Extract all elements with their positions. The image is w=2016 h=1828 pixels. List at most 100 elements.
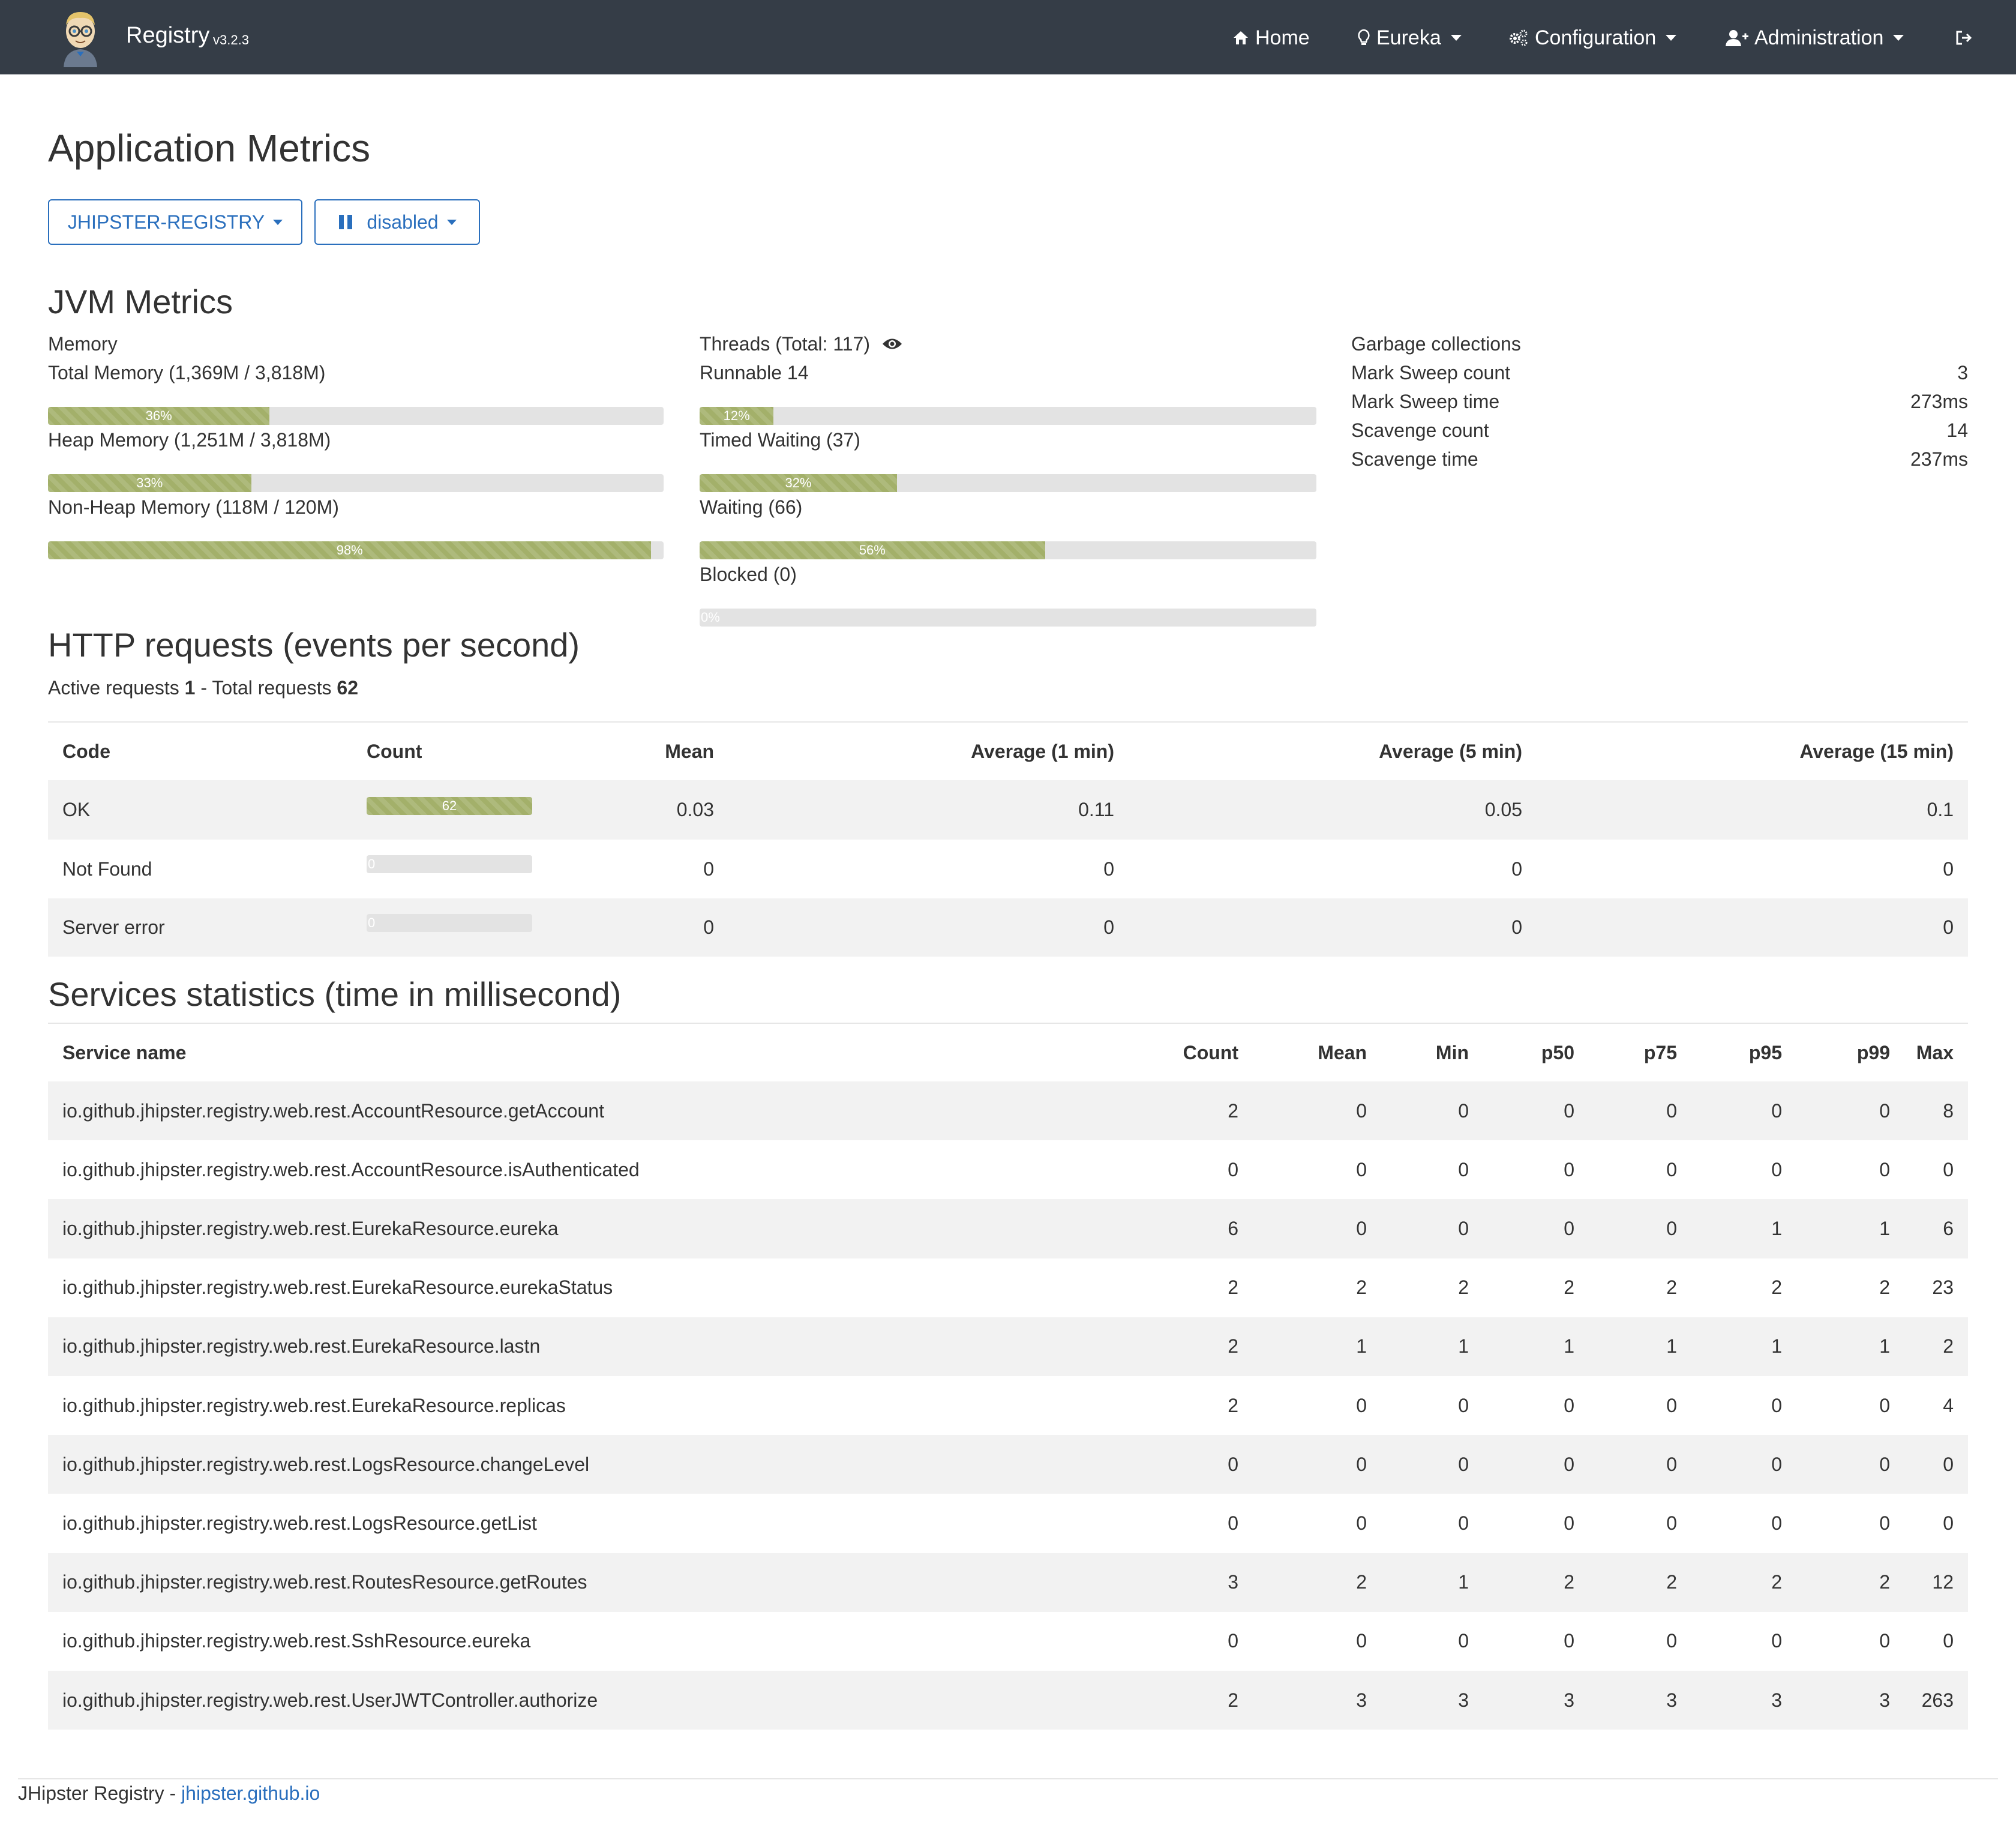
sign-out-icon <box>1956 31 1972 45</box>
gc-row: Mark Sweep time 273ms <box>1351 391 1968 417</box>
brand-version: v3.2.3 <box>213 32 249 47</box>
column-header: Average (5 min) <box>1379 740 1522 762</box>
table-row: io.github.jhipster.registry.web.rest.Eur… <box>48 1199 1968 1258</box>
column-header: Average (1 min) <box>971 740 1114 762</box>
p99-cell: 0 <box>1879 1158 1890 1180</box>
p50-cell: 0 <box>1564 1453 1574 1475</box>
threads-heading: Threads (Total: 117) <box>700 333 870 355</box>
p50-cell: 2 <box>1564 1571 1574 1593</box>
total-memory-bar-fill: 36% <box>48 407 270 425</box>
application-select-button[interactable]: JHIPSTER-REGISTRY <box>48 199 302 245</box>
non-heap-memory-bar: 98% <box>48 541 664 559</box>
service-name-cell: io.github.jhipster.registry.web.rest.Eur… <box>62 1217 559 1239</box>
gc-row-value: 237ms <box>1910 448 1968 470</box>
mean-cell: 0 <box>703 916 714 938</box>
column-header: Mean <box>1318 1041 1367 1063</box>
service-name-cell: io.github.jhipster.registry.web.rest.Log… <box>62 1453 590 1475</box>
nav-configuration[interactable]: Configuration <box>1508 23 1677 53</box>
mean-cell: 1 <box>1356 1335 1367 1357</box>
column-header: p99 <box>1856 1041 1890 1063</box>
nav-administration[interactable]: Administration <box>1726 23 1904 53</box>
table-row: OK 62 0.03 0.11 0.05 0.1 <box>48 780 1968 840</box>
nav-home[interactable]: Home <box>1232 23 1310 53</box>
p99-cell: 1 <box>1879 1217 1890 1239</box>
services-statistics-title: Services statistics (time in millisecond… <box>48 975 622 1013</box>
p95-cell: 0 <box>1771 1394 1782 1416</box>
user-plus-icon <box>1726 30 1748 46</box>
eye-icon[interactable] <box>882 337 902 350</box>
min-cell: 2 <box>1458 1276 1469 1299</box>
refresh-select-button[interactable]: disabled <box>314 199 480 245</box>
avg-5min-cell: 0.05 <box>1484 799 1522 820</box>
service-name-cell: io.github.jhipster.registry.web.rest.Log… <box>62 1512 537 1534</box>
p95-cell: 0 <box>1771 1630 1782 1652</box>
max-cell: 6 <box>1943 1217 1954 1239</box>
max-cell: 0 <box>1943 1630 1954 1652</box>
min-cell: 1 <box>1458 1571 1469 1593</box>
total-requests-label: Total requests <box>212 677 332 699</box>
mean-cell: 0 <box>1356 1394 1367 1416</box>
active-requests-value: 1 <box>184 677 196 699</box>
timed-waiting-threads-label: Timed Waiting (37) <box>700 429 860 451</box>
avg-15min-cell: 0.1 <box>1927 799 1954 820</box>
p50-cell: 1 <box>1564 1335 1574 1357</box>
p50-cell: 0 <box>1564 1512 1574 1534</box>
mean-cell: 2 <box>1356 1276 1367 1299</box>
column-header: p50 <box>1541 1041 1574 1063</box>
p99-cell: 2 <box>1879 1276 1890 1299</box>
table-row: io.github.jhipster.registry.web.rest.Eur… <box>48 1258 1968 1317</box>
blocked-threads-bar-value: 0% <box>701 610 720 625</box>
jhipster-logo-icon[interactable] <box>55 7 106 67</box>
column-header: Average (15 min) <box>1799 740 1954 762</box>
p95-cell: 1 <box>1771 1217 1782 1239</box>
count-cell: 0 <box>1228 1630 1238 1652</box>
home-icon <box>1234 31 1248 44</box>
max-cell: 4 <box>1943 1394 1954 1416</box>
gc-row-value: 3 <box>1957 362 1968 383</box>
total-memory-bar: 36% <box>48 407 664 425</box>
nav-eureka[interactable]: Eureka <box>1357 23 1462 53</box>
count-cell: 2 <box>1228 1276 1238 1299</box>
column-header: p75 <box>1643 1041 1677 1063</box>
logout-button[interactable] <box>1955 23 1979 53</box>
table-row: io.github.jhipster.registry.web.rest.Ssh… <box>48 1612 1968 1671</box>
chevron-down-icon <box>446 219 457 225</box>
blocked-threads-label: Blocked (0) <box>700 564 797 585</box>
max-cell: 0 <box>1943 1512 1954 1534</box>
footer-link[interactable]: jhipster.github.io <box>181 1782 320 1804</box>
min-cell: 0 <box>1458 1394 1469 1416</box>
mean-cell: 0 <box>1356 1630 1367 1652</box>
http-table-header: Code Count Mean Average (1 min) Average … <box>48 723 1968 780</box>
eureka-icon <box>1358 29 1370 45</box>
mean-cell: 2 <box>1356 1571 1367 1593</box>
mean-cell: 0 <box>1356 1512 1367 1534</box>
waiting-threads-bar-fill: 56% <box>700 541 1045 559</box>
p75-cell: 3 <box>1666 1689 1677 1711</box>
gc-row: Scavenge time 237ms <box>1351 448 1968 475</box>
nav-home-label: Home <box>1255 26 1310 49</box>
column-header: Count <box>367 740 422 762</box>
max-cell: 8 <box>1943 1099 1954 1122</box>
gc-row-value: 273ms <box>1910 391 1968 412</box>
brand-name[interactable]: Registry <box>126 23 209 49</box>
table-row: io.github.jhipster.registry.web.rest.Rou… <box>48 1553 1968 1612</box>
count-cell: 0 <box>1228 1158 1238 1180</box>
application-select-label: JHIPSTER-REGISTRY <box>67 211 265 233</box>
gc-row-label: Mark Sweep time <box>1351 391 1500 412</box>
table-row: Not Found 0 0 0 0 0 <box>48 840 1968 898</box>
active-requests-label: Active requests <box>48 677 179 699</box>
p95-cell: 3 <box>1771 1689 1782 1711</box>
gears-icon <box>1510 29 1528 46</box>
count-bar-value: 0 <box>368 915 376 930</box>
p99-cell: 0 <box>1879 1453 1890 1475</box>
blocked-threads-bar: 0% <box>700 609 1316 627</box>
chevron-down-icon <box>1666 35 1677 41</box>
avg-1min-cell: 0 <box>1103 916 1114 938</box>
heap-memory-bar-fill: 33% <box>48 474 251 492</box>
timed-waiting-threads-bar: 32% <box>700 474 1316 492</box>
count-cell: 2 <box>1228 1335 1238 1357</box>
gc-row-label: Mark Sweep count <box>1351 362 1511 383</box>
page-title: Application Metrics <box>48 127 371 170</box>
waiting-threads-bar: 56% <box>700 541 1316 559</box>
table-row: io.github.jhipster.registry.web.rest.Log… <box>48 1435 1968 1494</box>
